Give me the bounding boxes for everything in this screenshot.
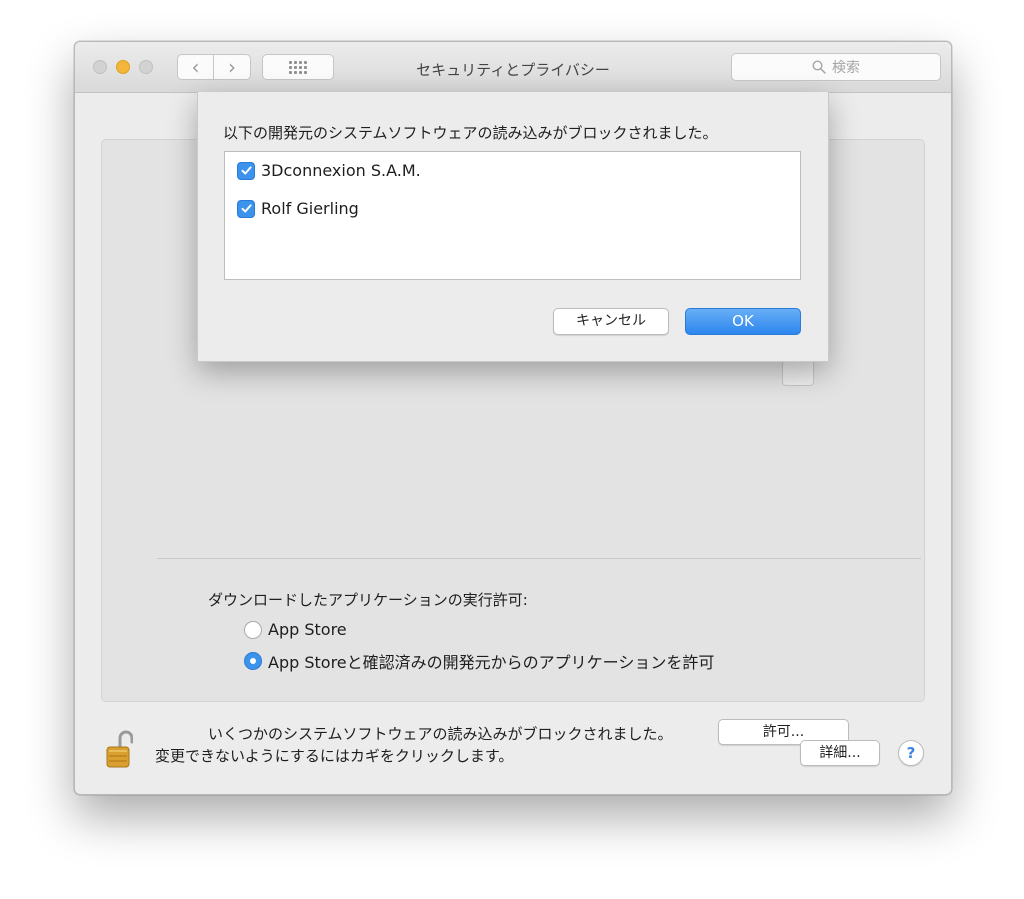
panel-divider: [157, 558, 921, 559]
ok-button[interactable]: OK: [685, 308, 801, 335]
list-item[interactable]: Rolf Gierling: [237, 199, 359, 218]
cancel-button[interactable]: キャンセル: [553, 308, 669, 335]
radio-selected-icon: [244, 652, 262, 670]
developer-name: 3Dconnexion S.A.M.: [261, 161, 421, 180]
checkbox-checked-icon[interactable]: [237, 161, 255, 180]
blocked-software-label: いくつかのシステムソフトウェアの読み込みがブロックされました。: [208, 725, 673, 743]
search-placeholder: 検索: [832, 60, 860, 76]
obscured-control: [782, 360, 814, 386]
developer-list: 3Dconnexion S.A.M. Rolf Gierling: [224, 151, 801, 280]
developer-name: Rolf Gierling: [261, 199, 359, 218]
radio-label: App Store: [268, 620, 347, 639]
radio-label: App Storeと確認済みの開発元からのアプリケーションを許可: [268, 653, 715, 672]
details-button[interactable]: 詳細...: [800, 740, 880, 766]
list-item[interactable]: 3Dconnexion S.A.M.: [237, 161, 421, 180]
radio-unselected-icon: [244, 620, 262, 639]
help-button[interactable]: ?: [898, 740, 924, 766]
sheet-message: 以下の開発元のシステムソフトウェアの読み込みがブロックされました。: [223, 124, 718, 142]
radio-app-store-identified[interactable]: App Storeと確認済みの開発元からのアプリケーションを許可: [244, 649, 714, 673]
titlebar: ‹ › セキュリティとプライバシー 検索: [75, 42, 951, 93]
lock-open-icon[interactable]: [105, 728, 133, 768]
radio-app-store[interactable]: App Store: [244, 620, 347, 639]
search-icon: [812, 60, 826, 74]
checkbox-checked-icon[interactable]: [237, 199, 255, 218]
help-icon: ?: [906, 744, 916, 762]
downloads-label: ダウンロードしたアプリケーションの実行許可:: [208, 591, 528, 609]
search-field[interactable]: 検索: [731, 53, 941, 81]
lock-label: 変更できないようにするにはカギをクリックします。: [155, 747, 514, 765]
blocked-developers-sheet: 以下の開発元のシステムソフトウェアの読み込みがブロックされました。 3Dconn…: [197, 92, 829, 362]
